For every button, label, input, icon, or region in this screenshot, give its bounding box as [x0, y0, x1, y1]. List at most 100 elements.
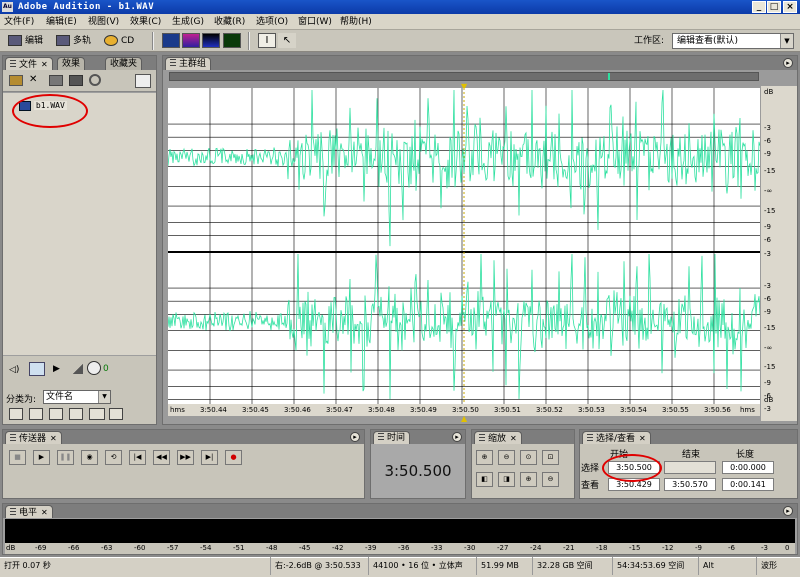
edit-mode-button[interactable]: 编辑: [8, 33, 43, 49]
panel-menu-icon[interactable]: ▸: [350, 432, 360, 442]
waveform-svg: [168, 88, 760, 416]
zoom-out-horizontal-icon[interactable]: ⊖: [498, 450, 515, 465]
zoom-right-edge-icon[interactable]: ◨: [498, 472, 515, 487]
close-icon[interactable]: ✕: [639, 434, 646, 443]
waveform-view-icon[interactable]: [162, 33, 180, 48]
db-label: -6: [764, 295, 771, 303]
go-to-end-button[interactable]: ▶|: [201, 450, 218, 465]
phase-view-icon[interactable]: [223, 33, 241, 48]
volume-icon: [73, 364, 83, 374]
overview-bar[interactable]: [169, 72, 759, 81]
close-file-icon[interactable]: ✕: [29, 75, 43, 86]
sort-dropdown[interactable]: 文件名 ▼: [43, 390, 111, 404]
toolbar-divider: [248, 32, 250, 50]
status-key: Alt: [698, 557, 714, 575]
time-tick-label: 3:50.44: [200, 406, 227, 414]
workspace-dropdown[interactable]: 编辑查看(默认) ▼: [672, 33, 794, 49]
time-selection-tool-icon[interactable]: Ⅰ: [258, 33, 276, 48]
pause-button[interactable]: ❚❚: [57, 450, 74, 465]
edit-file-icon[interactable]: [89, 74, 101, 86]
menu-options[interactable]: 选项(O): [256, 16, 288, 28]
open-file-icon[interactable]: [9, 75, 23, 86]
show-video-icon[interactable]: [69, 408, 83, 420]
minimize-button[interactable]: _: [752, 1, 766, 13]
multitrack-mode-button[interactable]: 多轨: [56, 33, 91, 49]
cd-mode-label: CD: [121, 36, 135, 46]
volume-knob[interactable]: [87, 361, 101, 375]
spectral-pan-icon[interactable]: [202, 33, 220, 48]
tab-files[interactable]: 文件 ✕: [5, 57, 53, 70]
view-end-field[interactable]: 3:50.570: [664, 478, 716, 491]
record-button[interactable]: ●: [225, 450, 242, 465]
show-all-icon[interactable]: [9, 408, 23, 420]
filter-icon[interactable]: [89, 408, 105, 420]
tab-level[interactable]: 电平 ✕: [5, 505, 53, 518]
tab-files-label: 文件: [19, 60, 38, 70]
zoom-in-horizontal-icon[interactable]: ⊕: [476, 450, 493, 465]
waveform-display[interactable]: [168, 88, 760, 416]
show-midi-icon[interactable]: [49, 408, 63, 420]
insert-icon[interactable]: [69, 75, 83, 86]
loop-play-button[interactable]: ⟲: [105, 450, 122, 465]
view-length-field[interactable]: 0:00.141: [722, 478, 774, 491]
tab-time[interactable]: 时间: [373, 431, 411, 444]
close-icon[interactable]: ✕: [41, 508, 48, 517]
zoom-out-vertical-icon[interactable]: ⊖: [542, 472, 559, 487]
level-tick-label: -63: [101, 544, 113, 552]
tab-favorites[interactable]: 收藏夹: [105, 57, 143, 70]
level-tick-label: -39: [365, 544, 377, 552]
rewind-button[interactable]: ◀◀: [153, 450, 170, 465]
tab-zoom[interactable]: 缩放 ✕: [474, 431, 522, 444]
menu-effects[interactable]: 效果(C): [130, 16, 161, 28]
show-audio-icon[interactable]: [29, 408, 43, 420]
tab-effects[interactable]: 效果: [57, 57, 86, 70]
zoom-out-full-icon[interactable]: ⊙: [520, 450, 537, 465]
stop-button[interactable]: ■: [9, 450, 26, 465]
transport-body: ■ ▶ ❚❚ ◉ ⟲ |◀ ◀◀ ▶▶ ▶| ●: [3, 444, 364, 498]
tab-selection-label: 选择/查看: [596, 434, 636, 444]
tab-transport[interactable]: 传送器 ✕: [5, 431, 62, 444]
spectral-view-icon[interactable]: [182, 33, 200, 48]
fast-forward-button[interactable]: ▶▶: [177, 450, 194, 465]
auto-play-icon[interactable]: [109, 408, 123, 420]
import-icon[interactable]: [49, 75, 63, 86]
play-to-end-button[interactable]: ◉: [81, 450, 98, 465]
maximize-button[interactable]: □: [767, 1, 781, 13]
view-options-icon[interactable]: [135, 74, 151, 88]
speaker-icon[interactable]: ◁): [9, 365, 19, 375]
move-tool-icon[interactable]: ↖: [278, 33, 296, 48]
tab-main-group[interactable]: 主群组: [165, 57, 212, 70]
panel-menu-icon[interactable]: ▸: [783, 58, 793, 68]
tab-selection-view[interactable]: 选择/查看 ✕: [582, 431, 651, 444]
close-icon[interactable]: ✕: [50, 434, 57, 443]
chevron-down-icon: ▼: [780, 34, 793, 48]
menu-generate[interactable]: 生成(G): [172, 16, 204, 28]
play-icon[interactable]: ▶: [53, 364, 60, 374]
loop-icon[interactable]: [29, 362, 45, 376]
menu-edit[interactable]: 编辑(E): [46, 16, 77, 28]
menu-view[interactable]: 视图(V): [88, 16, 119, 28]
go-to-start-button[interactable]: |◀: [129, 450, 146, 465]
time-tick-label: 3:50.53: [578, 406, 605, 414]
panel-menu-icon[interactable]: ▸: [452, 432, 462, 442]
zoom-to-selection-icon[interactable]: ⊡: [542, 450, 559, 465]
menu-bar: 文件(F) 编辑(E) 视图(V) 效果(C) 生成(G) 收藏(R) 选项(O…: [0, 14, 800, 30]
close-icon[interactable]: ✕: [510, 434, 517, 443]
panel-menu-icon[interactable]: ▸: [783, 506, 793, 516]
time-ruler[interactable]: hms 3:50.44 3:50.45 3:50.46 3:50.47 3:50…: [168, 404, 760, 416]
cd-mode-button[interactable]: CD: [104, 33, 134, 49]
selection-length-field[interactable]: 0:00.000: [722, 461, 774, 474]
level-tick-label: -69: [35, 544, 47, 552]
menu-window[interactable]: 窗口(W): [298, 16, 332, 28]
menu-favorites[interactable]: 收藏(R): [214, 16, 245, 28]
close-icon[interactable]: ✕: [41, 60, 48, 69]
overview-marker: [608, 73, 610, 80]
selection-end-field[interactable]: [664, 461, 716, 474]
close-button[interactable]: ×: [783, 1, 797, 13]
zoom-left-edge-icon[interactable]: ◧: [476, 472, 493, 487]
grip-icon: [10, 508, 16, 517]
zoom-in-vertical-icon[interactable]: ⊕: [520, 472, 537, 487]
menu-help[interactable]: 帮助(H): [340, 16, 372, 28]
menu-file[interactable]: 文件(F): [4, 16, 34, 28]
play-button[interactable]: ▶: [33, 450, 50, 465]
